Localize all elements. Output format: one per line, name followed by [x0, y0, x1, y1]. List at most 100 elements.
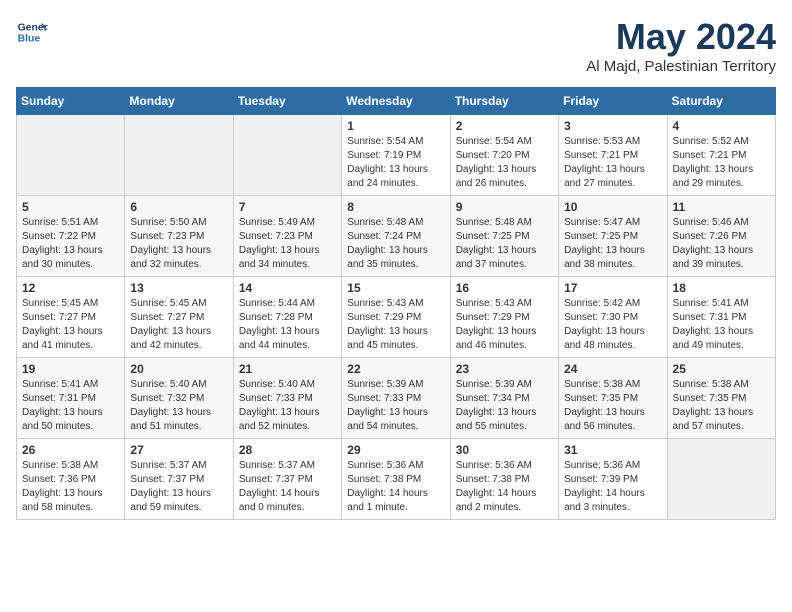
day-info: Sunrise: 5:52 AM Sunset: 7:21 PM Dayligh… — [673, 135, 770, 191]
day-info: Sunrise: 5:46 AM Sunset: 7:26 PM Dayligh… — [673, 216, 770, 272]
calendar-cell: 21 Sunrise: 5:40 AM Sunset: 7:33 PM Dayli… — [233, 358, 341, 439]
day-number: 8 — [347, 200, 444, 214]
calendar-cell: 17Sunrise: 5:42 AM Sunset: 7:30 PM Dayli… — [559, 277, 667, 358]
location: Al Majd, Palestinian Territory — [586, 58, 776, 75]
day-info: Sunrise: 5:43 AM Sunset: 7:29 PM Dayligh… — [456, 297, 553, 353]
weekday-header: Wednesday — [342, 88, 450, 115]
day-number: 11 — [673, 200, 770, 214]
day-number: 26 — [22, 443, 119, 457]
calendar-week-row: 5 Sunrise: 5:51 AM Sunset: 7:22 PM Daylig… — [17, 196, 776, 277]
month-title: May 2024 — [586, 16, 776, 58]
calendar-cell: 29 Sunrise: 5:36 AM Sunset: 7:38 PM Dayli… — [342, 439, 450, 520]
day-number: 23 — [456, 362, 553, 376]
day-number: 21 — [239, 362, 336, 376]
calendar-cell: 7 Sunrise: 5:49 AM Sunset: 7:23 PM Daylig… — [233, 196, 341, 277]
calendar-cell: 12 Sunrise: 5:45 AM Sunset: 7:27 PM Dayli… — [17, 277, 125, 358]
calendar-cell — [17, 115, 125, 196]
weekday-header: Saturday — [667, 88, 775, 115]
day-number: 14 — [239, 281, 336, 295]
calendar-cell: 5 Sunrise: 5:51 AM Sunset: 7:22 PM Daylig… — [17, 196, 125, 277]
day-number: 20 — [130, 362, 227, 376]
calendar-table: SundayMondayTuesdayWednesdayThursdayFrid… — [16, 87, 776, 520]
day-info: Sunrise: 5:36 AM Sunset: 7:38 PM Dayligh… — [347, 459, 444, 515]
calendar-cell: 6Sunrise: 5:50 AM Sunset: 7:23 PM Daylig… — [125, 196, 233, 277]
day-info: Sunrise: 5:48 AM Sunset: 7:24 PM Dayligh… — [347, 216, 444, 272]
calendar-cell — [233, 115, 341, 196]
day-number: 2 — [456, 119, 553, 133]
day-info: Sunrise: 5:41 AM Sunset: 7:31 PM Dayligh… — [22, 378, 119, 434]
calendar-cell: 14Sunrise: 5:44 AM Sunset: 7:28 PM Dayli… — [233, 277, 341, 358]
day-info: Sunrise: 5:54 AM Sunset: 7:20 PM Dayligh… — [456, 135, 553, 191]
calendar-cell — [667, 439, 775, 520]
day-info: Sunrise: 5:39 AM Sunset: 7:33 PM Dayligh… — [347, 378, 444, 434]
day-number: 27 — [130, 443, 227, 457]
calendar-cell: 10 Sunrise: 5:47 AM Sunset: 7:25 PM Dayli… — [559, 196, 667, 277]
day-number: 7 — [239, 200, 336, 214]
day-info: Sunrise: 5:40 AM Sunset: 7:32 PM Dayligh… — [130, 378, 227, 434]
calendar-cell: 8 Sunrise: 5:48 AM Sunset: 7:24 PM Daylig… — [342, 196, 450, 277]
weekday-header: Tuesday — [233, 88, 341, 115]
day-number: 22 — [347, 362, 444, 376]
day-info: Sunrise: 5:36 AM Sunset: 7:39 PM Dayligh… — [564, 459, 661, 515]
weekday-header: Thursday — [450, 88, 558, 115]
title-block: May 2024 Al Majd, Palestinian Territory — [586, 16, 776, 75]
day-number: 9 — [456, 200, 553, 214]
calendar-cell: 4 Sunrise: 5:52 AM Sunset: 7:21 PM Daylig… — [667, 115, 775, 196]
calendar-cell: 20 Sunrise: 5:40 AM Sunset: 7:32 PM Dayli… — [125, 358, 233, 439]
calendar-week-row: 26 Sunrise: 5:38 AM Sunset: 7:36 PM Dayli… — [17, 439, 776, 520]
day-number: 29 — [347, 443, 444, 457]
day-number: 6 — [130, 200, 227, 214]
day-info: Sunrise: 5:51 AM Sunset: 7:22 PM Dayligh… — [22, 216, 119, 272]
weekday-header-row: SundayMondayTuesdayWednesdayThursdayFrid… — [17, 88, 776, 115]
calendar-cell: 11 Sunrise: 5:46 AM Sunset: 7:26 PM Dayli… — [667, 196, 775, 277]
calendar-cell: 13 Sunrise: 5:45 AM Sunset: 7:27 PM Dayli… — [125, 277, 233, 358]
day-info: Sunrise: 5:49 AM Sunset: 7:23 PM Dayligh… — [239, 216, 336, 272]
day-number: 1 — [347, 119, 444, 133]
calendar-cell: 16 Sunrise: 5:43 AM Sunset: 7:29 PM Dayli… — [450, 277, 558, 358]
day-number: 19 — [22, 362, 119, 376]
day-info: Sunrise: 5:39 AM Sunset: 7:34 PM Dayligh… — [456, 378, 553, 434]
day-number: 18 — [673, 281, 770, 295]
day-number: 24 — [564, 362, 661, 376]
calendar-cell: 24Sunrise: 5:38 AM Sunset: 7:35 PM Dayli… — [559, 358, 667, 439]
day-number: 5 — [22, 200, 119, 214]
day-number: 10 — [564, 200, 661, 214]
day-number: 16 — [456, 281, 553, 295]
day-number: 31 — [564, 443, 661, 457]
calendar-cell: 1Sunrise: 5:54 AM Sunset: 7:19 PM Daylig… — [342, 115, 450, 196]
calendar-cell: 15Sunrise: 5:43 AM Sunset: 7:29 PM Dayli… — [342, 277, 450, 358]
day-info: Sunrise: 5:47 AM Sunset: 7:25 PM Dayligh… — [564, 216, 661, 272]
logo: General Blue — [16, 16, 48, 48]
day-number: 12 — [22, 281, 119, 295]
day-number: 30 — [456, 443, 553, 457]
day-info: Sunrise: 5:45 AM Sunset: 7:27 PM Dayligh… — [130, 297, 227, 353]
calendar-cell: 23 Sunrise: 5:39 AM Sunset: 7:34 PM Dayli… — [450, 358, 558, 439]
day-info: Sunrise: 5:38 AM Sunset: 7:35 PM Dayligh… — [673, 378, 770, 434]
day-info: Sunrise: 5:36 AM Sunset: 7:38 PM Dayligh… — [456, 459, 553, 515]
calendar-cell: 25Sunrise: 5:38 AM Sunset: 7:35 PM Dayli… — [667, 358, 775, 439]
calendar-cell: 18 Sunrise: 5:41 AM Sunset: 7:31 PM Dayli… — [667, 277, 775, 358]
calendar-cell: 2 Sunrise: 5:54 AM Sunset: 7:20 PM Daylig… — [450, 115, 558, 196]
day-info: Sunrise: 5:40 AM Sunset: 7:33 PM Dayligh… — [239, 378, 336, 434]
weekday-header: Friday — [559, 88, 667, 115]
calendar-week-row: 19 Sunrise: 5:41 AM Sunset: 7:31 PM Dayli… — [17, 358, 776, 439]
day-info: Sunrise: 5:43 AM Sunset: 7:29 PM Dayligh… — [347, 297, 444, 353]
weekday-header: Monday — [125, 88, 233, 115]
day-number: 13 — [130, 281, 227, 295]
day-info: Sunrise: 5:42 AM Sunset: 7:30 PM Dayligh… — [564, 297, 661, 353]
calendar-cell: 31 Sunrise: 5:36 AM Sunset: 7:39 PM Dayli… — [559, 439, 667, 520]
weekday-header: Sunday — [17, 88, 125, 115]
calendar-cell: 19 Sunrise: 5:41 AM Sunset: 7:31 PM Dayli… — [17, 358, 125, 439]
logo-icon: General Blue — [16, 16, 48, 48]
page-header: General Blue May 2024 Al Majd, Palestini… — [16, 16, 776, 75]
day-info: Sunrise: 5:41 AM Sunset: 7:31 PM Dayligh… — [673, 297, 770, 353]
calendar-week-row: 1Sunrise: 5:54 AM Sunset: 7:19 PM Daylig… — [17, 115, 776, 196]
calendar-cell: 22 Sunrise: 5:39 AM Sunset: 7:33 PM Dayli… — [342, 358, 450, 439]
day-info: Sunrise: 5:37 AM Sunset: 7:37 PM Dayligh… — [239, 459, 336, 515]
day-info: Sunrise: 5:38 AM Sunset: 7:36 PM Dayligh… — [22, 459, 119, 515]
calendar-cell: 28Sunrise: 5:37 AM Sunset: 7:37 PM Dayli… — [233, 439, 341, 520]
day-info: Sunrise: 5:45 AM Sunset: 7:27 PM Dayligh… — [22, 297, 119, 353]
calendar-cell: 3Sunrise: 5:53 AM Sunset: 7:21 PM Daylig… — [559, 115, 667, 196]
calendar-cell: 9Sunrise: 5:48 AM Sunset: 7:25 PM Daylig… — [450, 196, 558, 277]
day-number: 4 — [673, 119, 770, 133]
